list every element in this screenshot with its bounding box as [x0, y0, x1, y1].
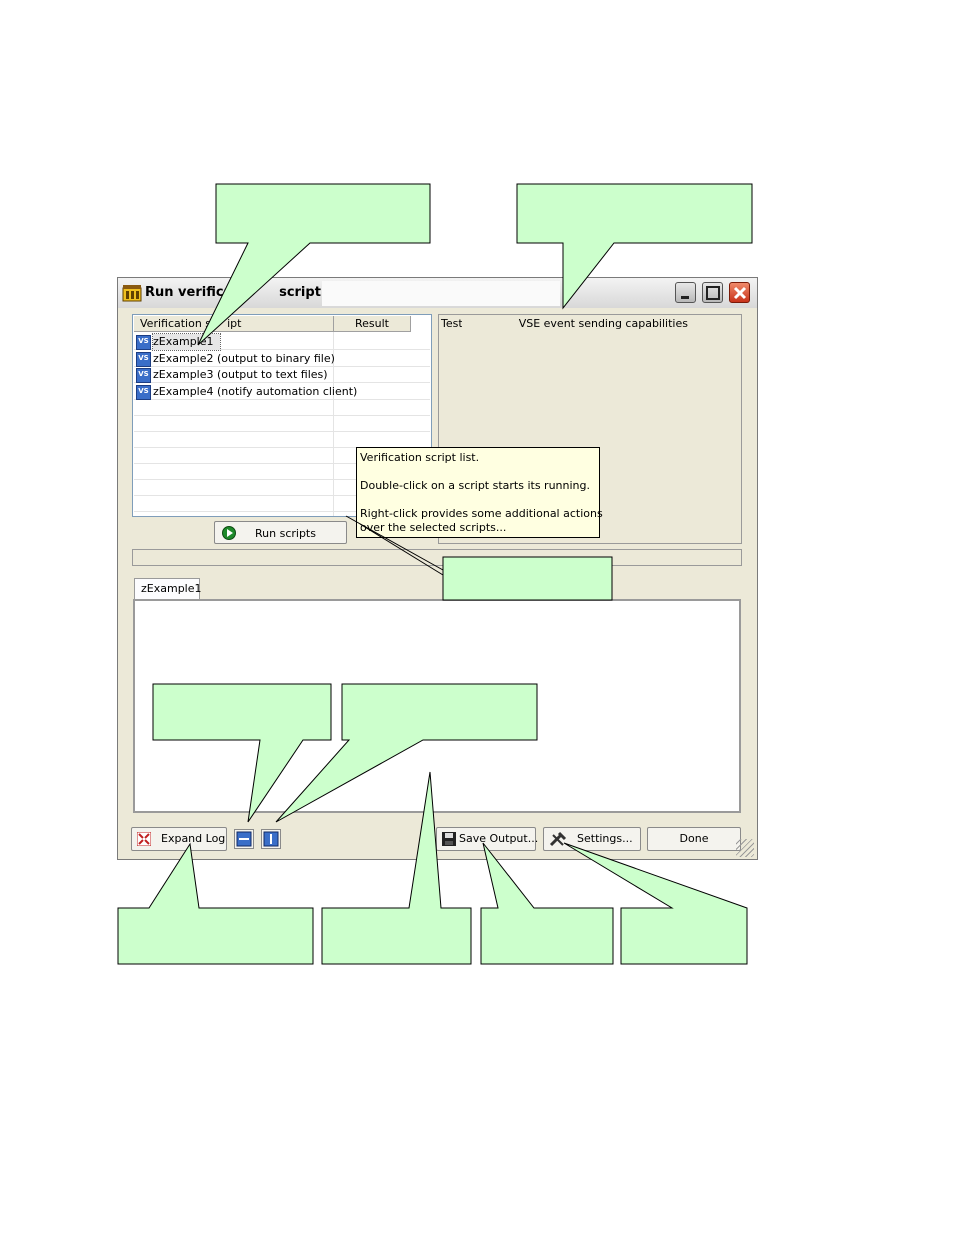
callout-log-output	[321, 771, 472, 965]
callout-description	[516, 183, 753, 310]
callout-layer	[117, 183, 753, 965]
callout-run-scripts-pointer	[359, 523, 444, 576]
callout-script-list	[197, 183, 431, 346]
callout-expand-log	[117, 842, 314, 965]
callout-run-scripts	[442, 556, 613, 601]
